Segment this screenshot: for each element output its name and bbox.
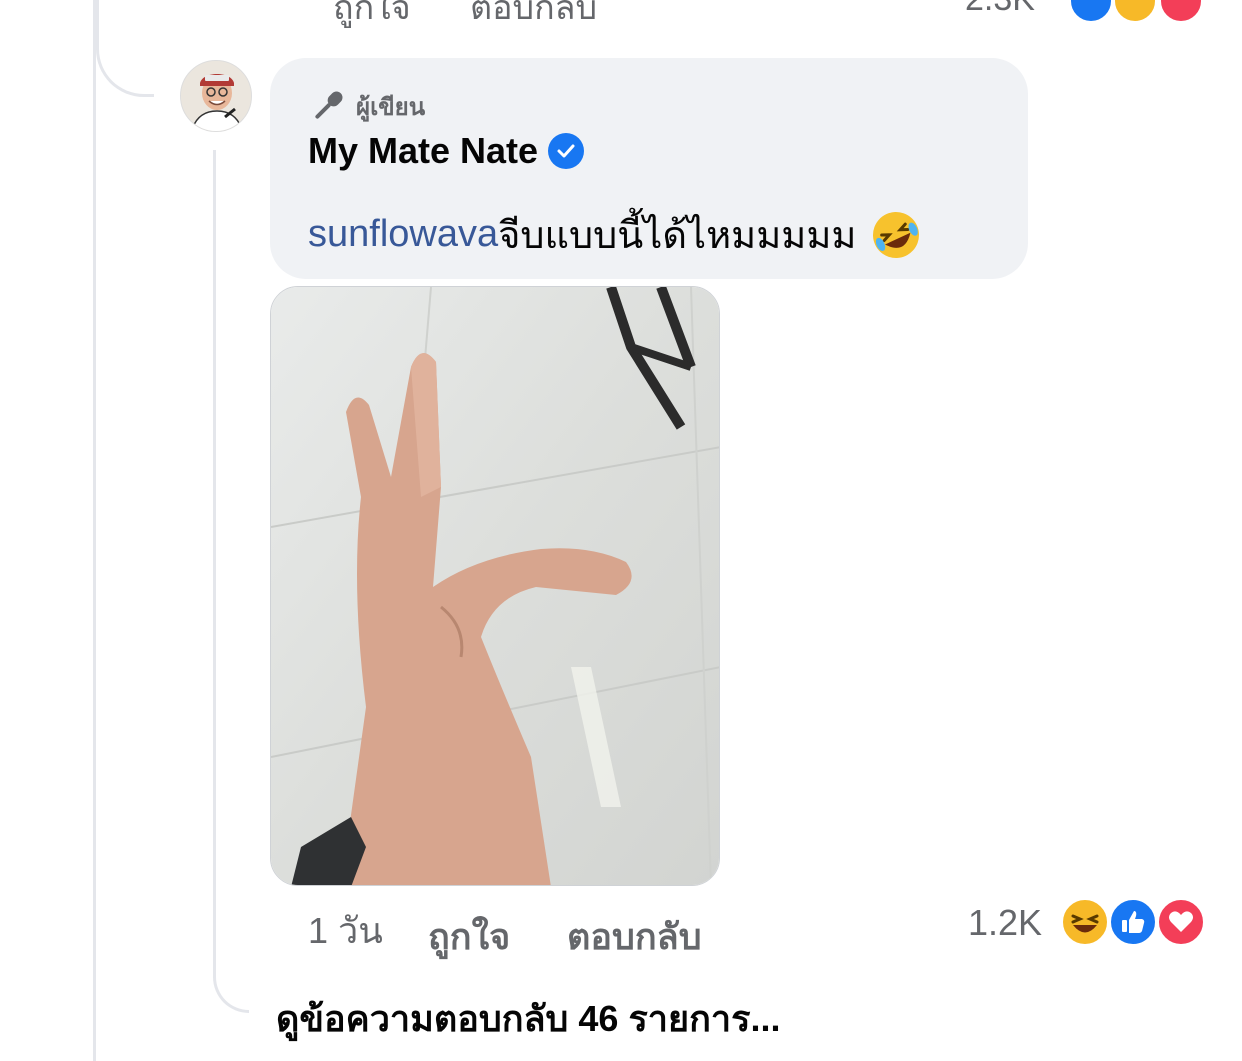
previous-like-button[interactable]: ถูกใจ — [333, 0, 411, 34]
thread-line-outer — [93, 0, 96, 1061]
previous-like-reaction-icon — [1068, 0, 1114, 24]
previous-love-reaction-icon — [1158, 0, 1204, 24]
microphone-icon — [315, 91, 343, 119]
view-replies-link[interactable]: ดูข้อความตอบกลับ 46 รายการ... — [276, 990, 780, 1047]
reply-button[interactable]: ตอบกลับ — [567, 908, 702, 965]
author-name[interactable]: My Mate Nate — [308, 130, 538, 172]
comment-text: sunflowava จีบแบบนี้ได้ไหมมมมม — [308, 204, 922, 265]
thread-line-inner — [213, 150, 216, 940]
comment-time[interactable]: 1 วัน — [308, 902, 383, 959]
avatar[interactable] — [180, 60, 252, 132]
comment-body: จีบแบบนี้ได้ไหมมมมม — [498, 215, 857, 257]
mention-link[interactable]: sunflowava — [308, 213, 498, 256]
previous-haha-reaction-icon — [1112, 0, 1158, 24]
reaction-count[interactable]: 1.2K — [968, 902, 1042, 944]
thread-connector-bottom — [213, 935, 249, 1013]
avatar-portrait-icon — [181, 61, 251, 131]
verified-badge-icon — [548, 133, 585, 169]
haha-reaction-icon[interactable] — [1060, 897, 1110, 947]
previous-reply-button[interactable]: ตอบกลับ — [470, 0, 597, 34]
like-reaction-icon[interactable] — [1108, 897, 1158, 947]
love-reaction-icon[interactable] — [1156, 897, 1206, 947]
thread-connector-top — [96, 0, 154, 97]
author-badge: ผู้เขียน — [308, 86, 425, 126]
like-button[interactable]: ถูกใจ — [428, 908, 510, 965]
author-name-row: My Mate Nate — [308, 130, 585, 172]
hand-gesture-photo-image — [271, 287, 719, 885]
author-badge-label: ผู้เขียน — [356, 93, 426, 121]
rolling-laughing-emoji-icon — [873, 211, 920, 258]
comment-photo[interactable] — [270, 286, 720, 886]
previous-reaction-count[interactable]: 2.3K — [965, 0, 1035, 19]
